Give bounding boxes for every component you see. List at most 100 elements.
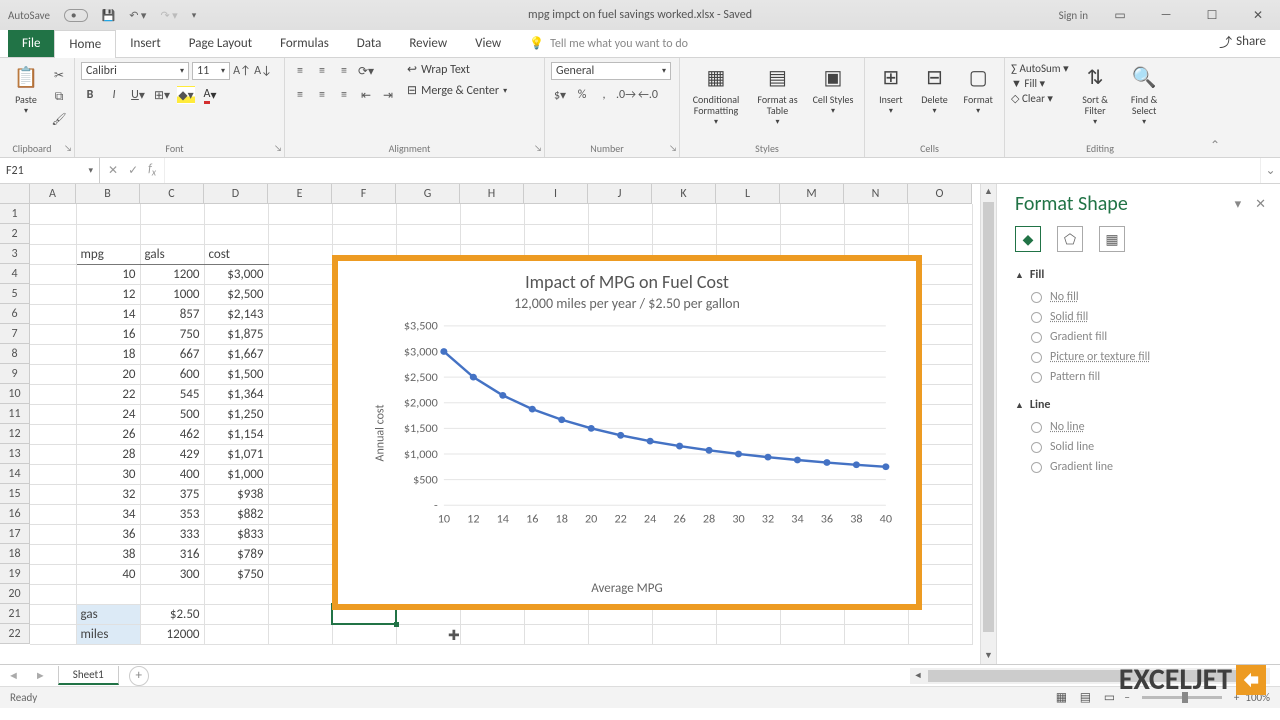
row-header-2[interactable]: 2 — [0, 224, 30, 244]
share-button[interactable]: ⤴Share — [1205, 26, 1280, 57]
row-header-12[interactable]: 12 — [0, 424, 30, 444]
find-select-button[interactable]: 🔍Find & Select▾ — [1122, 62, 1167, 127]
cell-A5[interactable] — [30, 284, 76, 304]
cell-D21[interactable] — [204, 604, 268, 624]
cell-E2[interactable] — [268, 224, 332, 244]
row-header-8[interactable]: 8 — [0, 344, 30, 364]
cell-D20[interactable] — [204, 584, 268, 604]
cell-C11[interactable]: 500 — [140, 404, 204, 424]
fx-icon[interactable]: fx — [148, 162, 156, 178]
expand-formula-bar-icon[interactable]: ⌄ — [1260, 158, 1280, 183]
cell-F22[interactable] — [332, 624, 396, 644]
cell-E6[interactable] — [268, 304, 332, 324]
cell-D8[interactable]: $1,667 — [204, 344, 268, 364]
col-header-A[interactable]: A — [30, 184, 76, 204]
cell-C17[interactable]: 333 — [140, 524, 204, 544]
cell-M22[interactable] — [780, 624, 844, 644]
col-header-H[interactable]: H — [460, 184, 524, 204]
clear-button[interactable]: ◇ Clear ▾ — [1011, 92, 1069, 105]
paste-button[interactable]: 📋 Paste▾ — [6, 62, 46, 116]
cell-E5[interactable] — [268, 284, 332, 304]
page-layout-view-icon[interactable]: ▤ — [1076, 689, 1094, 707]
cell-B20[interactable] — [76, 584, 140, 604]
cell-D2[interactable] — [204, 224, 268, 244]
cell-N22[interactable] — [844, 624, 908, 644]
undo-icon[interactable]: ↶ ▾ — [129, 9, 146, 22]
cell-A6[interactable] — [30, 304, 76, 324]
cell-D11[interactable]: $1,250 — [204, 404, 268, 424]
scroll-left-icon[interactable]: ◄ — [910, 670, 926, 681]
cell-C3[interactable]: gals — [140, 244, 204, 264]
cell-E1[interactable] — [268, 204, 332, 224]
tab-data[interactable]: Data — [343, 30, 396, 57]
cell-B21[interactable]: gas — [76, 604, 140, 624]
cell-B15[interactable]: 32 — [76, 484, 140, 504]
orientation-icon[interactable]: ⟳▾ — [357, 62, 375, 80]
col-header-L[interactable]: L — [716, 184, 780, 204]
cell-C14[interactable]: 400 — [140, 464, 204, 484]
cell-E16[interactable] — [268, 504, 332, 524]
cell-L1[interactable] — [716, 204, 780, 224]
border-button[interactable]: ⊞▾ — [153, 86, 171, 104]
select-all-button[interactable] — [0, 184, 30, 204]
row-header-6[interactable]: 6 — [0, 304, 30, 324]
cell-H1[interactable] — [460, 204, 524, 224]
scroll-down-icon[interactable]: ▼ — [981, 648, 996, 664]
cell-A15[interactable] — [30, 484, 76, 504]
cell-E4[interactable] — [268, 264, 332, 284]
cell-C1[interactable] — [140, 204, 204, 224]
cell-D14[interactable]: $1,000 — [204, 464, 268, 484]
row-header-14[interactable]: 14 — [0, 464, 30, 484]
line-option-2[interactable]: Gradient line — [1031, 460, 1266, 474]
cell-B22[interactable]: miles — [76, 624, 140, 644]
row-header-9[interactable]: 9 — [0, 364, 30, 384]
row-header-18[interactable]: 18 — [0, 544, 30, 564]
cell-I1[interactable] — [524, 204, 588, 224]
dec-decimal-icon[interactable]: ←.0 — [639, 86, 657, 104]
dec-indent-icon[interactable]: ⇤ — [357, 86, 375, 104]
cell-D1[interactable] — [204, 204, 268, 224]
cell-G2[interactable] — [396, 224, 460, 244]
comma-format-icon[interactable]: , — [595, 86, 613, 104]
cell-C7[interactable]: 750 — [140, 324, 204, 344]
cell-B13[interactable]: 28 — [76, 444, 140, 464]
row-header-4[interactable]: 4 — [0, 264, 30, 284]
format-as-table-button[interactable]: ▤Format as Table▾ — [750, 62, 805, 127]
cell-C15[interactable]: 375 — [140, 484, 204, 504]
cell-B4[interactable]: 10 — [76, 264, 140, 284]
tab-home[interactable]: Home — [54, 30, 116, 58]
cell-E22[interactable] — [268, 624, 332, 644]
cell-D18[interactable]: $789 — [204, 544, 268, 564]
maximize-icon[interactable]: ☐ — [1198, 5, 1226, 25]
close-icon[interactable]: ✕ — [1244, 5, 1272, 25]
tell-me-input[interactable]: 💡Tell me what you want to do — [515, 30, 702, 57]
row-header-10[interactable]: 10 — [0, 384, 30, 404]
col-header-J[interactable]: J — [588, 184, 652, 204]
normal-view-icon[interactable]: ▦ — [1052, 689, 1070, 707]
scroll-up-icon[interactable]: ▲ — [981, 184, 996, 200]
cell-A12[interactable] — [30, 424, 76, 444]
inc-decimal-icon[interactable]: .0→ — [617, 86, 635, 104]
row-header-15[interactable]: 15 — [0, 484, 30, 504]
cell-A2[interactable] — [30, 224, 76, 244]
decrease-font-icon[interactable]: A↓ — [254, 62, 272, 80]
cell-N1[interactable] — [844, 204, 908, 224]
cell-J2[interactable] — [588, 224, 652, 244]
sign-in-link[interactable]: Sign in — [1059, 9, 1088, 22]
cell-I22[interactable] — [524, 624, 588, 644]
cell-O2[interactable] — [908, 224, 972, 244]
pane-options-icon[interactable]: ▾ — [1235, 197, 1242, 212]
cell-B3[interactable]: mpg — [76, 244, 140, 264]
cell-B10[interactable]: 22 — [76, 384, 140, 404]
cell-D15[interactable]: $938 — [204, 484, 268, 504]
size-props-tab-icon[interactable]: ▦ — [1099, 226, 1125, 252]
add-sheet-button[interactable]: + — [129, 666, 149, 686]
cell-B19[interactable]: 40 — [76, 564, 140, 584]
delete-cells-button[interactable]: ⊟Delete▾ — [915, 62, 955, 116]
insert-cells-button[interactable]: ⊞Insert▾ — [871, 62, 911, 116]
cell-C21[interactable]: $2.50 — [140, 604, 204, 624]
cell-A21[interactable] — [30, 604, 76, 624]
cell-A8[interactable] — [30, 344, 76, 364]
cell-C20[interactable] — [140, 584, 204, 604]
row-header-11[interactable]: 11 — [0, 404, 30, 424]
